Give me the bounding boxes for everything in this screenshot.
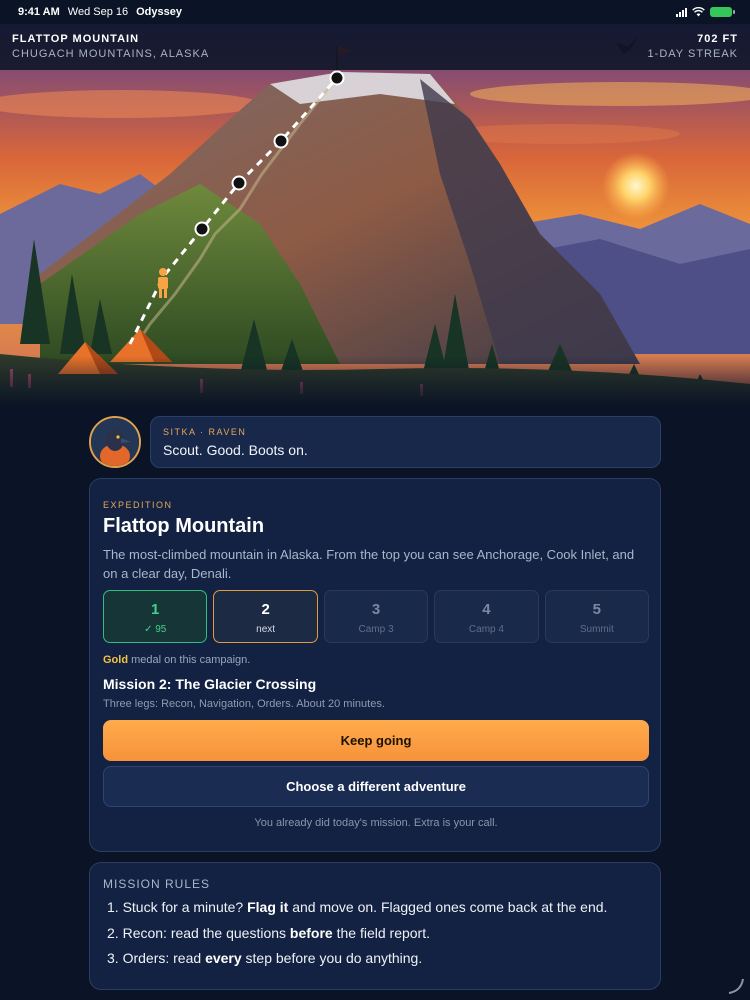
- mission-description: Three legs: Recon, Navigation, Orders. A…: [103, 698, 385, 710]
- speech-text: Scout. Good. Boots on.: [163, 442, 308, 458]
- rule-number: 1.: [107, 899, 119, 915]
- camp-step-4: 4 Camp 4: [434, 590, 539, 643]
- section-eyebrow: EXPEDITION: [103, 500, 173, 510]
- status-date: Wed Sep 16: [67, 6, 129, 18]
- battery-icon: [710, 7, 735, 17]
- status-time: 9:41 AM: [18, 6, 60, 18]
- elevation-value: 702 FT: [697, 33, 738, 45]
- mountain-name: FLATTOP MOUNTAIN: [12, 33, 140, 45]
- raven-avatar: [89, 416, 141, 468]
- step-label: Summit: [579, 624, 614, 635]
- streak-counter: 1-DAY STREAK: [647, 48, 738, 60]
- campaign-progress: 1 ✓ 95 2 next 3 Camp 3 4 Camp 4 5 Summit: [103, 590, 650, 643]
- medal-text: medal on this campaign.: [128, 654, 251, 666]
- step-number: 5: [592, 601, 601, 618]
- expedition-hero-illustration: [0, 24, 750, 406]
- rule-text: Orders: read: [118, 950, 206, 966]
- step-number: 2: [261, 601, 270, 618]
- step-number: 4: [482, 601, 491, 618]
- rule-number: 2.: [107, 924, 119, 941]
- mission-note: You already did today's mission. Extra i…: [254, 817, 498, 829]
- expedition-title: Flattop Mountain: [103, 515, 265, 537]
- rule-emphasis: Flag it: [247, 899, 289, 915]
- wifi-icon: [692, 7, 705, 17]
- rule-item: 2. Recon: read the questions before the …: [107, 925, 607, 951]
- camp-step-1[interactable]: 1 ✓ 95: [103, 590, 208, 643]
- status-bar: 9:41 AM Wed Sep 16 Odyssey: [0, 0, 750, 24]
- rule-text: step before you do anything.: [241, 950, 423, 966]
- rule-emphasis: every: [205, 950, 242, 966]
- expedition-header: FLATTOP MOUNTAIN CHUGACH MOUNTAINS, ALAS…: [0, 24, 750, 70]
- step-status: next: [256, 624, 276, 635]
- keep-going-button[interactable]: Keep going: [103, 720, 649, 761]
- choose-adventure-button[interactable]: Choose a different adventure: [103, 766, 649, 807]
- status-app-name: Odyssey: [136, 6, 182, 18]
- speech-bubble: SITKA · RAVEN Scout. Good. Boots on.: [150, 416, 661, 468]
- step-number: 3: [371, 601, 381, 618]
- expedition-description: The most-climbed mountain in Alaska. Fro…: [103, 547, 635, 581]
- mission-rules-card: MISSION RULES 1. Stuck for a minute? Fla…: [89, 862, 661, 990]
- rule-emphasis: before: [289, 924, 333, 941]
- step-label: Camp 4: [468, 624, 504, 635]
- speaker-label: SITKA · RAVEN: [163, 427, 247, 437]
- camp-step-2[interactable]: 2 next: [213, 590, 318, 643]
- camp-step-3: 3 Camp 3: [323, 590, 429, 643]
- rule-text: Stuck for a minute?: [118, 899, 248, 915]
- raven-icon: [91, 418, 139, 466]
- rule-text: Recon: read the questions: [118, 924, 290, 941]
- rule-item: 3. Orders: read every step before you do…: [107, 950, 607, 976]
- step-label: Camp 3: [358, 624, 394, 635]
- resize-handle-icon[interactable]: [726, 976, 746, 996]
- rules-list: 1. Stuck for a minute? Flag it and move …: [107, 899, 607, 976]
- rules-heading: MISSION RULES: [103, 877, 211, 891]
- rule-text: the field report.: [332, 924, 430, 941]
- mission-title: Mission 2: The Glacier Crossing: [103, 676, 317, 692]
- medal-status: Gold medal on this campaign.: [103, 654, 250, 666]
- guide-message: SITKA · RAVEN Scout. Good. Boots on.: [89, 416, 661, 468]
- cellular-signal-icon: [676, 7, 687, 17]
- rule-text: and move on. Flagged ones come back at t…: [288, 899, 608, 915]
- step-number: 1: [151, 601, 160, 618]
- expedition-card: EXPEDITION Flattop Mountain The most-cli…: [89, 478, 661, 852]
- medal-level: Gold: [103, 654, 129, 666]
- rule-item: 1. Stuck for a minute? Flag it and move …: [107, 899, 607, 925]
- camp-step-5: 5 Summit: [544, 590, 650, 643]
- rule-number: 3.: [107, 950, 119, 966]
- step-score: ✓ 95: [144, 624, 167, 635]
- mountain-region: CHUGACH MOUNTAINS, ALASKA: [12, 48, 210, 60]
